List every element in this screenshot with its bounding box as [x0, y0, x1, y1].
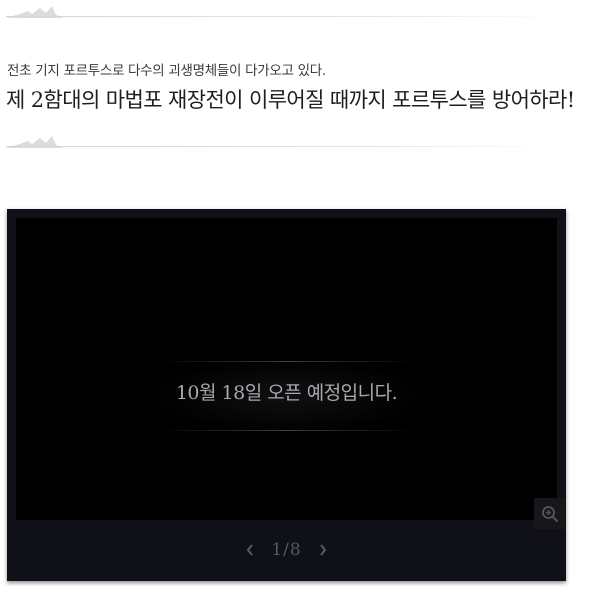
chevron-right-icon	[319, 544, 326, 556]
slide-caption: 10월 18일 오픈 예정입니다.	[175, 382, 398, 404]
notice-headline: 제 2함대의 마법포 재장전이 이루어질 때까지 포르투스를 방어하라!	[6, 88, 575, 112]
chevron-left-icon	[247, 544, 254, 556]
image-viewer: 10월 18일 오픈 예정입니다. 1/8	[7, 209, 566, 581]
zoom-in-icon	[542, 505, 558, 522]
mid-divider	[6, 135, 551, 149]
top-divider	[6, 5, 558, 19]
next-slide-button[interactable]	[316, 542, 330, 558]
slide-pager: 1/8	[7, 538, 566, 562]
notice-subtitle: 전초 기지 포르투스로 다수의 괴생명체들이 다가오고 있다.	[7, 63, 326, 79]
zoom-button[interactable]	[534, 498, 566, 529]
slide-image: 10월 18일 오픈 예정입니다.	[16, 218, 566, 529]
prev-slide-button[interactable]	[243, 542, 257, 558]
slide-counter: 1/8	[271, 540, 302, 560]
